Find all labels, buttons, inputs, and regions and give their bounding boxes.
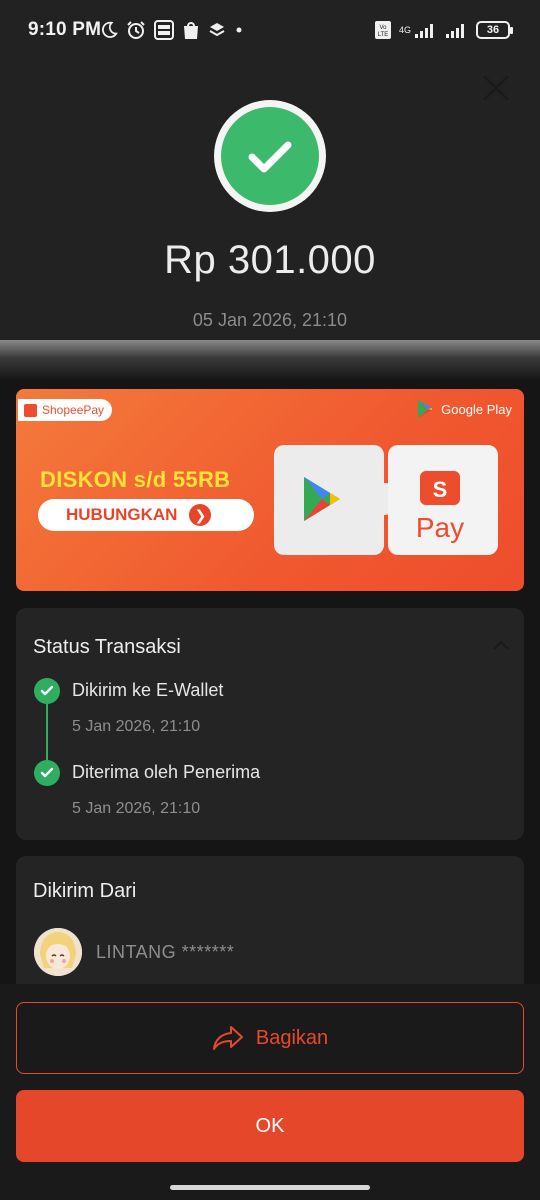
chevron-right-icon: ❯ (189, 504, 212, 526)
connect-label: HUBUNGKAN (66, 505, 178, 524)
header-divider (0, 340, 540, 380)
transaction-datetime: 05 Jan 2026, 21:10 (192, 310, 348, 330)
connect-button[interactable]: HUBUNGKAN ❯ (38, 499, 254, 531)
volte-icon: VoLTE (374, 21, 391, 39)
signal-icon (415, 24, 433, 38)
ok-button[interactable]: OK (16, 1090, 524, 1162)
share-icon (212, 1026, 243, 1050)
share-button[interactable]: Bagikan (16, 1002, 524, 1074)
dot-icon (236, 27, 242, 33)
svg-text:LTE: LTE (378, 32, 389, 38)
shopeepay-label: ShopeePay (42, 403, 105, 417)
share-label: Bagikan (255, 1026, 329, 1049)
puzzle-illustration: S Pay (274, 445, 498, 555)
promo-title: DISKON s/d 55RB (40, 467, 231, 492)
layers-icon (209, 23, 225, 37)
home-indicator[interactable] (170, 1185, 370, 1190)
pay-label: Pay (416, 512, 464, 543)
step-time: 5 Jan 2026, 21:10 (72, 718, 201, 735)
brimo-icon (154, 20, 174, 40)
sender-card-title: Dikirim Dari (33, 880, 137, 902)
googleplay-label: Google Play (441, 401, 512, 417)
network-label: 4G (398, 25, 411, 35)
battery-icon: 36 (476, 21, 513, 39)
promo-banner[interactable]: ShopeePay Google Play DISKON s/d 55RB HU… (16, 389, 524, 591)
collapse-button[interactable] (492, 638, 510, 656)
chevron-up-icon (493, 640, 509, 650)
close-icon (483, 75, 509, 101)
step-label: Diterima oleh Penerima (72, 762, 261, 782)
step-check-icon (34, 760, 60, 786)
alarm-icon (127, 21, 145, 39)
transaction-amount: Rp 301.000 (164, 238, 376, 282)
signal-icon (446, 24, 464, 38)
step-check-icon (34, 678, 60, 704)
googleplay-badge: Google Play (417, 399, 512, 419)
transaction-header: Rp 301.000 05 Jan 2026, 21:10 (0, 62, 540, 340)
status-bar: 9:10 PM Vo LTE 4G 36 (0, 0, 540, 62)
svg-text:S: S (433, 477, 448, 502)
success-icon (214, 100, 326, 212)
avatar (34, 928, 82, 976)
step-time: 5 Jan 2026, 21:10 (72, 800, 201, 817)
transaction-status-card: Status Transaksi Dikirim ke E-Wallet 5 J… (16, 608, 524, 840)
svg-text:Vo: Vo (379, 25, 387, 31)
sender-name: LINTANG ******* (96, 942, 235, 962)
status-card-title: Status Transaksi (33, 636, 181, 658)
action-bar: Bagikan OK (0, 984, 540, 1200)
success-check-disc (221, 107, 319, 205)
ok-label: OK (255, 1114, 285, 1137)
shopeepay-badge: ShopeePay (18, 399, 113, 421)
shopee-icon (184, 22, 198, 39)
step-label: Dikirim ke E-Wallet (72, 680, 224, 700)
moon-icon (101, 21, 118, 38)
status-time: 9:10 PM (28, 19, 102, 40)
checkmark-icon (248, 141, 292, 173)
google-play-icon (418, 400, 433, 418)
close-button[interactable] (480, 72, 512, 104)
shopee-bag-icon (24, 403, 37, 417)
